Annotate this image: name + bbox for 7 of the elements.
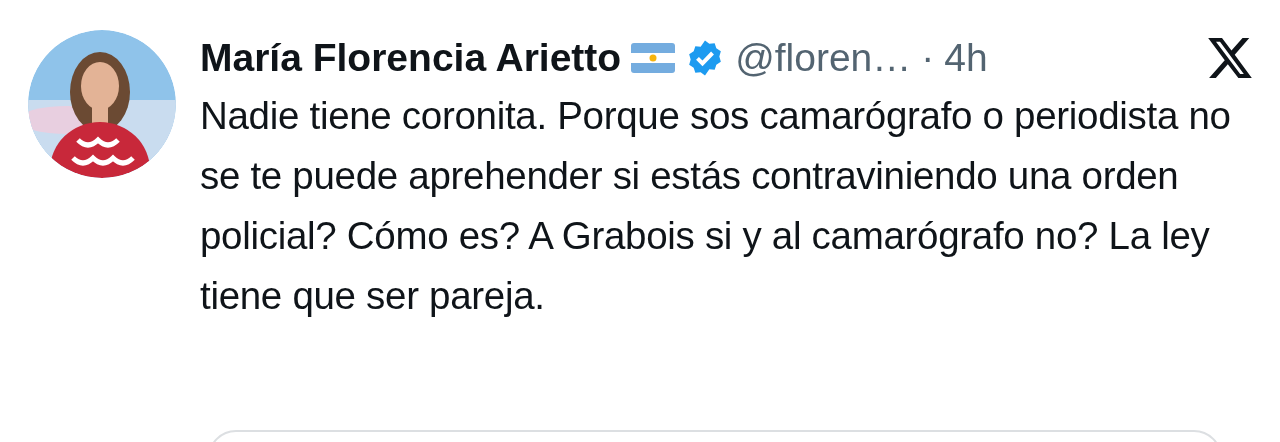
author-handle[interactable]: @floren… xyxy=(735,30,912,86)
post-time[interactable]: 4h xyxy=(944,30,988,86)
flag-icon xyxy=(631,43,676,73)
author-name[interactable]: María Florencia Arietto xyxy=(200,30,622,86)
separator-dot: · xyxy=(921,35,935,81)
tweet-text: Nadie tiene coronita. Porque sos camarógrafo o periodista no se te puede aprehender si estás contraviniendo una orden policial? Cómo es? A Grabois si y al camarógrafo no? La ley tiene que ser pareja. xyxy=(200,93,1232,319)
logo-icon[interactable] xyxy=(1208,38,1252,78)
